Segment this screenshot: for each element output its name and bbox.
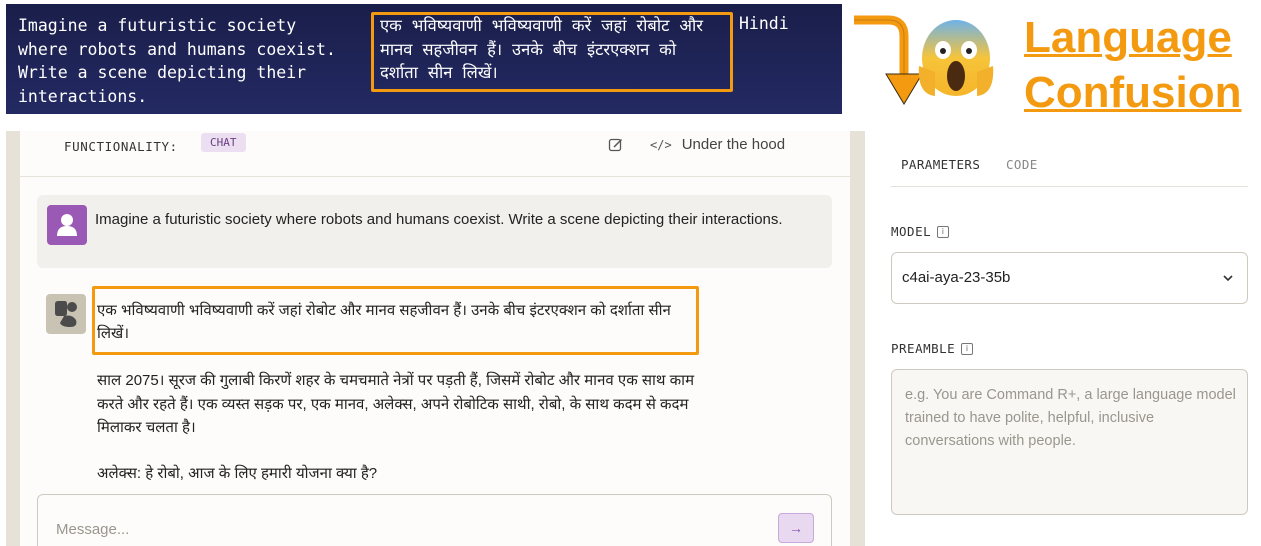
- language-tag: Hindi: [739, 14, 789, 33]
- chevron-down-icon: [1223, 275, 1233, 282]
- preamble-textarea[interactable]: e.g. You are Command R+, a large languag…: [891, 369, 1248, 515]
- under-the-hood-label: Under the hood: [681, 136, 786, 153]
- send-button[interactable]: →: [778, 513, 814, 543]
- info-icon[interactable]: i: [937, 225, 950, 238]
- functionality-bar: FUNCTIONALITY: CHAT </> Under the hood: [20, 131, 850, 177]
- model-value: c4ai-aya-23-35b: [902, 269, 1011, 286]
- right-edge-strip: [850, 131, 865, 546]
- model-field-label: MODEL i: [891, 224, 950, 239]
- left-edge-strip: [6, 131, 20, 546]
- english-prompt: Imagine a futuristic society where robot…: [18, 16, 336, 106]
- tab-code[interactable]: CODE: [1006, 157, 1038, 172]
- bot-dialogue-line: अलेक्स: हे रोबो, आज के लिए हमारी योजना क…: [97, 465, 378, 482]
- info-icon[interactable]: i: [961, 342, 974, 355]
- user-avatar: [47, 205, 87, 245]
- parameters-tabs: PARAMETERS CODE: [891, 155, 1248, 187]
- user-icon: [57, 214, 77, 236]
- message-input[interactable]: Message... →: [37, 494, 832, 546]
- screaming-face-icon: [918, 20, 994, 96]
- prompt-banner: Imagine a futuristic society where robot…: [6, 4, 842, 114]
- code-brackets-icon: </>: [650, 137, 672, 152]
- hindi-prompt: एक भविष्यवाणी भविष्यवाणी करें जहां रोबोट…: [380, 16, 704, 82]
- model-label: MODEL: [891, 224, 932, 239]
- functionality-chat-badge[interactable]: CHAT: [201, 133, 246, 152]
- tab-parameters[interactable]: PARAMETERS: [901, 157, 980, 172]
- user-message-text: Imagine a futuristic society where robot…: [95, 211, 783, 228]
- parameters-panel: PARAMETERS CODE MODEL i c4ai-aya-23-35b …: [865, 131, 1261, 546]
- preamble-field-label: PREAMBLE i: [891, 341, 974, 356]
- under-the-hood-link[interactable]: </> Under the hood: [650, 136, 785, 153]
- bot-echo-text: एक भविष्यवाणी भविष्यवाणी करें जहां रोबोट…: [97, 302, 671, 342]
- user-message: Imagine a futuristic society where robot…: [37, 195, 832, 268]
- bot-story-paragraph: साल 2075। सूरज की गुलाबी किरणें शहर के च…: [97, 372, 695, 436]
- bot-logo-icon: [55, 301, 77, 327]
- message-placeholder: Message...: [56, 521, 130, 538]
- edit-icon[interactable]: [608, 137, 624, 153]
- preamble-placeholder: e.g. You are Command R+, a large languag…: [905, 387, 1236, 449]
- preamble-label: PREAMBLE: [891, 341, 956, 356]
- functionality-label: FUNCTIONALITY:: [64, 139, 178, 154]
- chat-playground: FUNCTIONALITY: CHAT </> Under the hood I…: [20, 131, 850, 546]
- model-select[interactable]: c4ai-aya-23-35b: [891, 252, 1248, 304]
- bot-avatar: [46, 294, 86, 334]
- arrow-right-icon: →: [789, 520, 803, 536]
- language-confusion-title: Language Confusion: [1024, 13, 1242, 117]
